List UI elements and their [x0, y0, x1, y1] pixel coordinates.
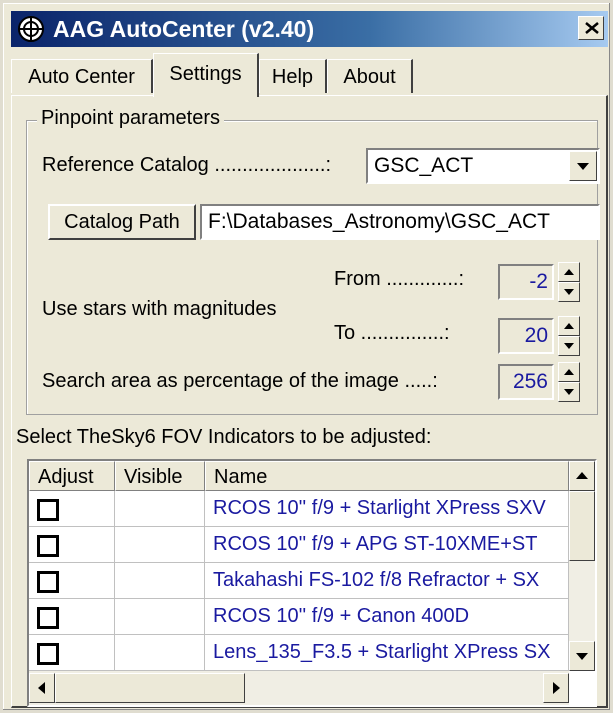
title-bar[interactable]: AAG AutoCenter (v2.40) [11, 11, 608, 47]
adjust-checkbox[interactable] [37, 535, 59, 557]
arrow-up-icon [564, 369, 574, 375]
to-label: To ...............: [334, 322, 450, 344]
column-header-visible[interactable]: Visible [115, 461, 205, 491]
close-icon [585, 22, 599, 34]
table-row[interactable]: RCOS 10'' f/9 + APG ST-10XME+ST [29, 527, 569, 563]
tab-settings[interactable]: Settings [153, 53, 259, 97]
visible-cell [115, 527, 205, 563]
telescope-target-icon [18, 16, 44, 42]
chevron-down-icon [577, 163, 589, 170]
column-header-name[interactable]: Name [205, 461, 569, 491]
spin-up-button[interactable] [558, 316, 580, 336]
from-magnitude-field[interactable]: -2 [498, 264, 554, 300]
arrow-left-icon [38, 682, 45, 694]
reference-catalog-label: Reference Catalog ....................: [42, 154, 332, 176]
arrow-up-icon [564, 269, 574, 275]
horizontal-scrollbar[interactable] [29, 671, 569, 705]
visible-cell [115, 563, 205, 599]
table-row[interactable]: Lens_135_F3.5 + Starlight XPress SX [29, 635, 569, 671]
catalog-path-field[interactable]: F:\Databases_Astronomy\GSC_ACT [200, 204, 600, 240]
spin-up-button[interactable] [558, 262, 580, 282]
table-row[interactable]: RCOS 10'' f/9 + Starlight XPress SXV [29, 491, 569, 527]
search-area-spinner[interactable] [558, 362, 580, 402]
arrow-down-icon [564, 289, 574, 295]
scroll-down-button[interactable] [569, 641, 595, 671]
horizontal-scroll-thumb[interactable] [55, 673, 245, 703]
search-area-label: Search area as percentage of the image .… [42, 370, 438, 392]
fov-indicators-grid[interactable]: Adjust Visible Name RCOS 10'' f/9 + Star… [27, 459, 597, 707]
reference-catalog-select[interactable]: GSC_ACT [366, 148, 600, 184]
fov-name-cell[interactable]: Takahashi FS-102 f/8 Refractor + SX [205, 563, 569, 599]
arrow-up-icon [564, 323, 574, 329]
tab-about[interactable]: About [327, 59, 413, 93]
visible-cell [115, 491, 205, 527]
adjust-cell[interactable] [29, 563, 115, 599]
use-stars-label: Use stars with magnitudes [42, 298, 277, 320]
catalog-path-button[interactable]: Catalog Path [48, 204, 196, 240]
adjust-checkbox[interactable] [37, 499, 59, 521]
table-row[interactable]: RCOS 10'' f/9 + Canon 400D [29, 599, 569, 635]
fov-name-cell[interactable]: RCOS 10'' f/9 + Canon 400D [205, 599, 569, 635]
arrow-down-icon [576, 653, 588, 660]
scroll-left-button[interactable] [29, 673, 55, 703]
from-label: From .............: [334, 268, 465, 290]
adjust-checkbox[interactable] [37, 571, 59, 593]
adjust-cell[interactable] [29, 635, 115, 671]
vertical-scroll-thumb[interactable] [569, 491, 595, 561]
arrow-up-icon [576, 472, 588, 479]
to-magnitude-spinner[interactable] [558, 316, 580, 356]
adjust-cell[interactable] [29, 491, 115, 527]
fov-name-cell[interactable]: Lens_135_F3.5 + Starlight XPress SX [205, 635, 569, 671]
spin-down-button[interactable] [558, 282, 580, 302]
window-title: AAG AutoCenter (v2.40) [53, 16, 315, 42]
fov-name-cell[interactable]: RCOS 10'' f/9 + Starlight XPress SXV [205, 491, 569, 527]
app-window: AAG AutoCenter (v2.40) Auto Center Setti… [0, 0, 613, 713]
adjust-cell[interactable] [29, 599, 115, 635]
spin-down-button[interactable] [558, 336, 580, 356]
to-magnitude-field[interactable]: 20 [498, 318, 554, 354]
arrow-right-icon [553, 682, 560, 694]
arrow-down-icon [564, 343, 574, 349]
group-label: Pinpoint parameters [37, 107, 224, 130]
close-button[interactable] [578, 16, 604, 40]
adjust-checkbox[interactable] [37, 607, 59, 629]
fov-name-cell[interactable]: RCOS 10'' f/9 + APG ST-10XME+ST [205, 527, 569, 563]
scroll-right-button[interactable] [543, 673, 569, 703]
dropdown-button[interactable] [569, 151, 597, 181]
tab-help[interactable]: Help [259, 59, 327, 93]
arrow-down-icon [564, 389, 574, 395]
search-area-field[interactable]: 256 [498, 364, 554, 400]
visible-cell [115, 599, 205, 635]
reference-catalog-value: GSC_ACT [374, 154, 474, 177]
spin-up-button[interactable] [558, 362, 580, 382]
tab-auto-center[interactable]: Auto Center [11, 59, 153, 93]
spin-down-button[interactable] [558, 382, 580, 402]
from-magnitude-spinner[interactable] [558, 262, 580, 302]
adjust-checkbox[interactable] [37, 643, 59, 665]
scroll-up-button[interactable] [569, 461, 595, 491]
visible-cell [115, 635, 205, 671]
adjust-cell[interactable] [29, 527, 115, 563]
column-header-adjust[interactable]: Adjust [29, 461, 115, 491]
table-row[interactable]: Takahashi FS-102 f/8 Refractor + SX [29, 563, 569, 599]
fov-section-label: Select TheSky6 FOV Indicators to be adju… [16, 426, 432, 448]
vertical-scrollbar[interactable] [569, 461, 595, 671]
